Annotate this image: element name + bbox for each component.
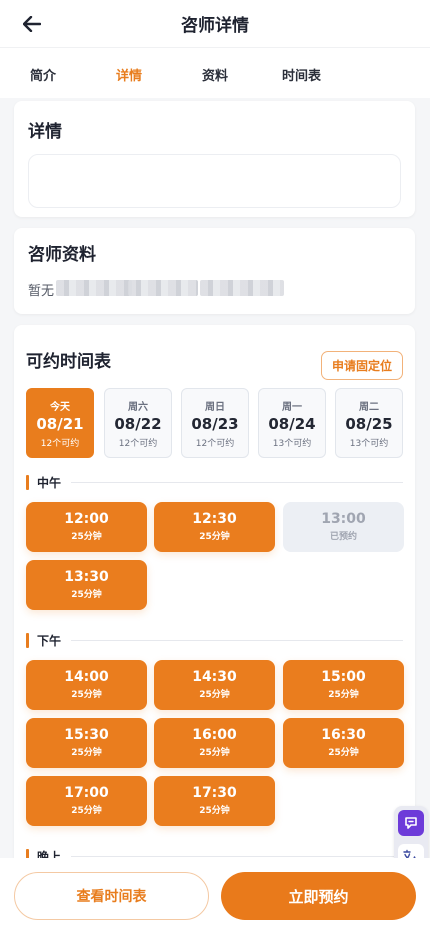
slot-time: 12:30 <box>192 511 237 527</box>
tab-details[interactable]: 详情 <box>116 65 142 84</box>
blurred-text <box>200 280 284 296</box>
back-button[interactable] <box>18 12 46 36</box>
slot-time: 14:00 <box>64 669 109 685</box>
tab-intro[interactable]: 简介 <box>30 65 56 84</box>
day-availability: 13个可约 <box>272 439 312 449</box>
day-name: 周二 <box>359 402 379 413</box>
slot-duration: 25分钟 <box>199 532 230 542</box>
section-marker <box>26 474 29 490</box>
section-marker <box>26 632 29 648</box>
blurred-text <box>128 280 198 296</box>
day-availability: 13个可约 <box>349 439 389 449</box>
day-tab-sun[interactable]: 周日 08/23 12个可约 <box>181 388 249 458</box>
slot-duration: 25分钟 <box>71 748 102 758</box>
time-slot[interactable]: 12:00 25分钟 <box>26 502 147 552</box>
slot-time: 16:00 <box>192 727 237 743</box>
slot-time: 17:30 <box>192 785 237 801</box>
section-evening: 晚上 <box>26 848 403 858</box>
day-date: 08/21 <box>36 415 84 433</box>
page-title: 咨师详情 <box>181 16 249 36</box>
profile-text: 暂无 <box>28 284 55 299</box>
day-name: 周日 <box>205 402 225 413</box>
schedule-title: 可约时间表 <box>26 352 111 372</box>
section-afternoon: 下午 <box>26 632 403 648</box>
details-card: 详情 <box>14 101 415 217</box>
view-schedule-button[interactable]: 查看时间表 <box>14 872 209 920</box>
slot-duration: 25分钟 <box>199 690 230 700</box>
slot-time: 14:30 <box>192 669 237 685</box>
content-scroll-area[interactable]: 详情 咨师资料 暂无 可约时间表 申请固定位 今天 08/21 12个可约 周六… <box>0 98 430 858</box>
slot-time: 17:00 <box>64 785 109 801</box>
slot-duration: 25分钟 <box>328 748 359 758</box>
section-title: 下午 <box>37 633 62 648</box>
profile-title: 咨师资料 <box>28 245 96 265</box>
slot-duration: 25分钟 <box>71 590 102 600</box>
tab-schedule[interactable]: 时间表 <box>282 65 321 84</box>
day-tab-tue[interactable]: 周二 08/25 13个可约 <box>335 388 403 458</box>
slot-time: 13:30 <box>64 569 109 585</box>
day-availability: 12个可约 <box>118 439 158 449</box>
day-tab-mon[interactable]: 周一 08/24 13个可约 <box>258 388 326 458</box>
slot-time: 13:00 <box>321 511 366 527</box>
section-title: 晚上 <box>37 849 62 859</box>
slot-time: 15:30 <box>64 727 109 743</box>
time-slot[interactable]: 15:30 25分钟 <box>26 718 147 768</box>
time-slot[interactable]: 15:00 25分钟 <box>283 660 404 710</box>
assistant-button[interactable] <box>398 810 424 836</box>
day-date: 08/24 <box>268 415 316 433</box>
time-slot[interactable]: 14:00 25分钟 <box>26 660 147 710</box>
slot-duration: 25分钟 <box>199 806 230 816</box>
schedule-card: 可约时间表 申请固定位 今天 08/21 12个可约 周六 08/22 12个可… <box>14 325 415 858</box>
slot-time: 16:30 <box>321 727 366 743</box>
time-slot[interactable]: 16:30 25分钟 <box>283 718 404 768</box>
day-availability: 12个可约 <box>40 439 80 449</box>
day-name: 今天 <box>50 402 70 413</box>
section-title: 中午 <box>37 475 62 490</box>
day-date: 08/22 <box>114 415 162 433</box>
time-slot[interactable]: 17:00 25分钟 <box>26 776 147 826</box>
arrow-left-icon <box>23 16 41 32</box>
section-divider <box>71 481 403 483</box>
tab-profile[interactable]: 资料 <box>202 65 228 84</box>
time-slot[interactable]: 17:30 25分钟 <box>154 776 275 826</box>
blurred-text <box>56 280 132 296</box>
day-date: 08/25 <box>345 415 393 433</box>
slot-duration: 25分钟 <box>71 690 102 700</box>
book-now-button[interactable]: 立即预约 <box>221 872 416 920</box>
bottom-action-bar: 查看时间表 立即预约 <box>0 858 430 932</box>
slot-duration: 25分钟 <box>199 748 230 758</box>
time-slot-booked: 13:00 已预约 <box>283 502 404 552</box>
slot-duration: 25分钟 <box>71 806 102 816</box>
slot-duration: 25分钟 <box>328 690 359 700</box>
slot-time: 15:00 <box>321 669 366 685</box>
time-slot[interactable]: 14:30 25分钟 <box>154 660 275 710</box>
day-name: 周六 <box>128 402 148 413</box>
day-name: 周一 <box>282 402 302 413</box>
assistant-icon <box>405 817 417 829</box>
time-slot[interactable]: 16:00 25分钟 <box>154 718 275 768</box>
profile-card: 咨师资料 暂无 <box>14 228 415 314</box>
details-content-box <box>28 154 401 208</box>
day-availability: 12个可约 <box>195 439 235 449</box>
section-divider <box>71 855 403 857</box>
apply-fixed-slot-button[interactable]: 申请固定位 <box>320 351 403 380</box>
tab-bar: 简介 详情 资料 时间表 <box>0 48 430 98</box>
day-tab-today[interactable]: 今天 08/21 12个可约 <box>26 388 94 458</box>
slot-status: 已预约 <box>329 532 357 542</box>
time-slot[interactable]: 12:30 25分钟 <box>154 502 275 552</box>
day-date: 08/23 <box>191 415 239 433</box>
section-noon: 中午 <box>26 474 403 490</box>
time-slot[interactable]: 13:30 25分钟 <box>26 560 147 610</box>
section-divider <box>71 639 403 641</box>
top-nav-bar: 咨师详情 <box>0 0 430 48</box>
section-marker <box>26 848 29 858</box>
slot-duration: 25分钟 <box>71 532 102 542</box>
day-tab-sat[interactable]: 周六 08/22 12个可约 <box>104 388 172 458</box>
details-title: 详情 <box>28 122 62 142</box>
slot-time: 12:00 <box>64 511 109 527</box>
